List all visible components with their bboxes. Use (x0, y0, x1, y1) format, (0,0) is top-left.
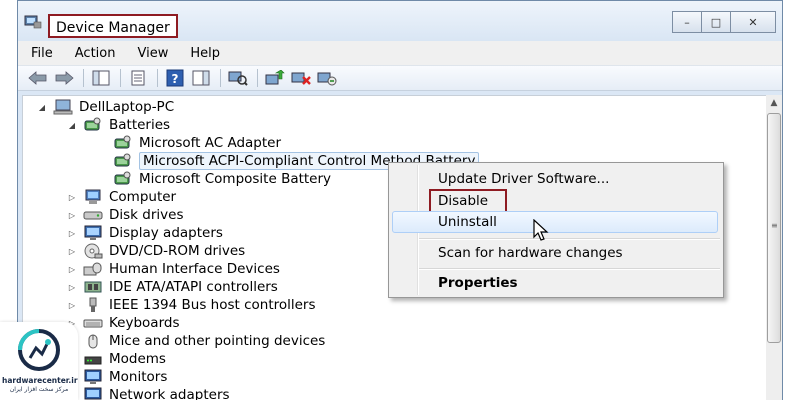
scroll-up-arrow-icon[interactable]: ▲ (766, 95, 782, 111)
computer-icon (85, 189, 101, 204)
ieee1394-icon (89, 297, 97, 312)
tree-category-label: Modems (109, 351, 166, 367)
tree-category-ieee1394[interactable]: ▷ IEEE 1394 Bus host controllers (67, 296, 316, 314)
tree-category-computer[interactable]: ▷ Computer (67, 188, 176, 206)
expand-arrow-icon[interactable]: ▷ (67, 300, 77, 310)
menu-action[interactable]: Action (66, 46, 125, 61)
network-adapter-icon (84, 387, 102, 400)
scrollbar-grip-icon: ≡ (771, 221, 778, 230)
device-manager-app-icon (24, 15, 42, 29)
close-button[interactable]: ✕ (730, 11, 776, 33)
menu-disable[interactable]: Disable (438, 193, 488, 209)
uninstall-device-icon[interactable] (315, 68, 339, 88)
tree-category-label: Display adapters (109, 225, 223, 241)
tree-category-label: Human Interface Devices (109, 261, 280, 277)
ide-controller-icon (84, 281, 102, 293)
tree-category-batteries[interactable]: ◢ Batteries (67, 116, 170, 134)
update-driver-icon[interactable] (263, 68, 287, 88)
battery-icon (114, 171, 131, 185)
action-pane-icon[interactable] (189, 68, 213, 88)
tree-category-monitors[interactable]: ▷ Monitors (67, 368, 167, 386)
logo-tagline: مرکز سخت افزار ایران (9, 386, 69, 393)
expand-arrow-icon[interactable]: ▷ (67, 282, 77, 292)
tree-category-keyboards[interactable]: ▷ Keyboards (67, 314, 180, 332)
tree-category-label: Computer (109, 189, 177, 205)
modem-icon (84, 356, 102, 365)
tree-category-modems[interactable]: ▷ Modems (67, 350, 166, 368)
logo-site-text: hardwarecenter.ir (2, 376, 78, 385)
monitor-icon (84, 369, 102, 384)
menu-file[interactable]: File (22, 46, 62, 61)
show-hide-console-tree-icon[interactable] (89, 68, 113, 88)
scrollbar-thumb[interactable]: ≡ (767, 113, 781, 343)
tree-root-label: DellLaptop-PC (79, 99, 175, 115)
tree-device-composite-battery[interactable]: Microsoft Composite Battery (113, 170, 331, 188)
battery-icon (84, 117, 101, 131)
forward-arrow-icon[interactable] (52, 68, 76, 88)
menu-uninstall[interactable]: Uninstall (438, 214, 497, 230)
tree-category-label: Mice and other pointing devices (109, 333, 326, 349)
display-adapter-icon (84, 225, 102, 240)
disk-drive-icon (83, 211, 103, 220)
hardwarecenter-logo: hardwarecenter.ir مرکز سخت افزار ایران (0, 322, 78, 400)
tree-category-label: Keyboards (109, 315, 180, 331)
expand-arrow-icon[interactable]: ▷ (67, 228, 77, 238)
tree-category-ide-controllers[interactable]: ▷ IDE ATA/ATAPI controllers (67, 278, 278, 296)
battery-icon (114, 153, 131, 167)
properties-icon[interactable] (126, 68, 150, 88)
window-title: Device Manager (48, 14, 178, 38)
expand-arrow-icon[interactable]: ▷ (67, 210, 77, 220)
collapse-arrow-icon[interactable]: ◢ (67, 120, 77, 130)
toolbar: ? (18, 66, 782, 91)
tree-device-label: Microsoft Composite Battery (139, 171, 332, 187)
help-icon[interactable]: ? (163, 68, 187, 88)
title-bar[interactable]: Device Manager – □ ✕ (18, 1, 782, 41)
mouse-cursor-icon (533, 219, 549, 241)
tree-category-hid[interactable]: ▷ Human Interface Devices (67, 260, 280, 278)
back-arrow-icon[interactable] (26, 68, 50, 88)
expand-arrow-icon[interactable]: ▷ (67, 264, 77, 274)
dvd-drive-icon (84, 243, 103, 259)
hid-icon (83, 262, 102, 276)
menu-properties[interactable]: Properties (438, 275, 518, 291)
tree-category-network-adapters[interactable]: ▷ Network adapters (67, 386, 230, 400)
menu-scan-hardware[interactable]: Scan for hardware changes (438, 245, 623, 261)
collapse-arrow-icon[interactable]: ◢ (37, 102, 47, 112)
tree-category-label: DVD/CD-ROM drives (109, 243, 246, 259)
tree-device-label: Microsoft AC Adapter (139, 135, 282, 151)
tree-category-mice[interactable]: ▷ Mice and other pointing devices (67, 332, 325, 350)
context-menu: Update Driver Software... Disable Uninst… (388, 162, 724, 298)
minimize-button[interactable]: – (672, 11, 702, 33)
tree-category-label: IDE ATA/ATAPI controllers (109, 279, 278, 295)
keyboard-icon (83, 319, 103, 328)
tree-category-label: Monitors (109, 369, 168, 385)
tree-category-label: Batteries (109, 117, 171, 133)
tree-root[interactable]: ◢ DellLaptop-PC (37, 98, 174, 116)
mouse-icon (88, 334, 98, 349)
svg-text:?: ? (172, 72, 179, 86)
hardwarecenter-logo-icon (18, 329, 60, 371)
vertical-scrollbar[interactable]: ▲ ≡ (766, 95, 782, 400)
maximize-button[interactable]: □ (701, 11, 731, 33)
tree-category-display-adapters[interactable]: ▷ Display adapters (67, 224, 223, 242)
menu-update-driver[interactable]: Update Driver Software... (438, 171, 609, 187)
tree-category-label: Network adapters (109, 387, 230, 400)
menu-bar: File Action View Help (18, 41, 782, 66)
expand-arrow-icon[interactable]: ▷ (67, 192, 77, 202)
expand-arrow-icon[interactable]: ▷ (67, 246, 77, 256)
tree-category-dvd-drives[interactable]: ▷ DVD/CD-ROM drives (67, 242, 245, 260)
tree-device-ac-adapter[interactable]: Microsoft AC Adapter (113, 134, 281, 152)
tree-category-disk-drives[interactable]: ▷ Disk drives (67, 206, 184, 224)
scan-hardware-icon[interactable] (226, 68, 250, 88)
computer-icon (53, 99, 73, 115)
menu-help[interactable]: Help (181, 46, 229, 61)
disable-device-icon[interactable] (289, 68, 313, 88)
battery-icon (114, 135, 131, 149)
tree-category-label: IEEE 1394 Bus host controllers (109, 297, 316, 313)
menu-view[interactable]: View (128, 46, 177, 61)
tree-category-label: Disk drives (109, 207, 184, 223)
